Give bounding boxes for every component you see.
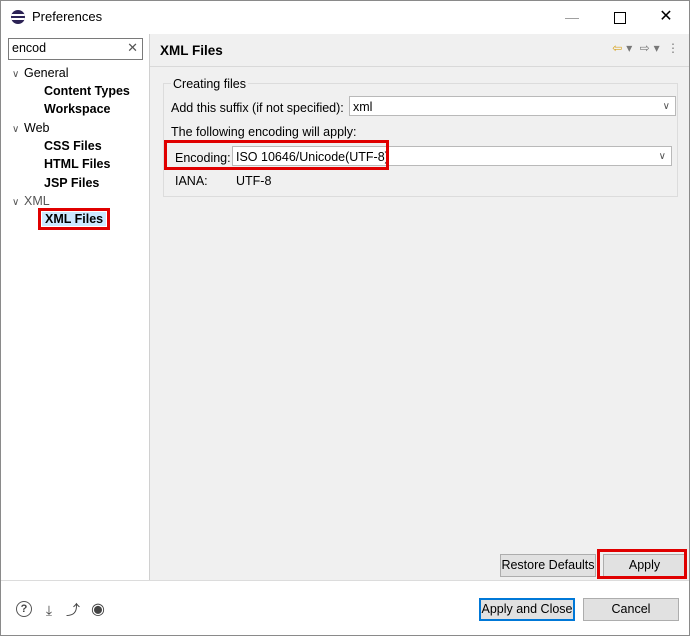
clear-filter-icon[interactable]: ✕ (127, 40, 138, 56)
tree-node-web[interactable]: ∨ Web (12, 119, 49, 137)
view-menu-icon[interactable]: ⋮ (667, 41, 679, 55)
page-title: XML Files (160, 43, 223, 58)
encoding-combo[interactable]: ISO 10646/Unicode(UTF-8) ∨ (232, 146, 672, 166)
preference-page: XML Files ⇦ ▾ ⇨ ▾ ⋮ Creating files Add thi… (150, 34, 689, 580)
tree-item-content-types[interactable]: Content Types (44, 82, 130, 100)
selected-tree-label: XML Files (37, 208, 111, 230)
minimize-button[interactable]: — (549, 1, 595, 33)
restore-defaults-button[interactable]: Restore Defaults (500, 554, 596, 577)
tree-node-xml[interactable]: ∨ XML (12, 192, 50, 210)
page-header: XML Files ⇦ ▾ ⇨ ▾ ⋮ (150, 34, 689, 66)
maximize-icon (614, 12, 626, 25)
filter-field[interactable]: ✕ (8, 38, 143, 60)
header-separator (150, 66, 689, 67)
suffix-label: Add this suffix (if not specified): (171, 101, 344, 115)
forward-dropdown-icon[interactable]: ▾ (654, 41, 660, 55)
eclipse-logo-icon (11, 10, 25, 24)
tree-node-label: Web (24, 121, 50, 135)
cancel-button[interactable]: Cancel (583, 598, 679, 621)
group-title: Creating files (171, 77, 248, 91)
tree-item-jsp-files[interactable]: JSP Files (44, 174, 99, 192)
export-icon[interactable]: ⤴ (64, 601, 82, 619)
chevron-down-icon[interactable]: ∨ (12, 194, 24, 212)
title-bar: Preferences — ✕ (1, 1, 689, 33)
page-navigation: ⇦ ▾ ⇨ ▾ ⋮ (608, 41, 679, 55)
help-icon[interactable]: ? (16, 601, 32, 617)
encoding-note: The following encoding will apply: (171, 125, 357, 139)
footer-separator (1, 580, 689, 581)
tree-node-general[interactable]: ∨ General (12, 64, 68, 82)
back-dropdown-icon[interactable]: ▾ (626, 41, 632, 55)
window-title: Preferences (32, 9, 103, 24)
tree-item-workspace[interactable]: Workspace (44, 100, 110, 118)
preferences-window: Preferences — ✕ ✕ ∨General Content Types… (0, 0, 690, 636)
tree-node-label: XML (24, 194, 50, 208)
suffix-value: xml (353, 100, 373, 114)
back-arrow-icon[interactable]: ⇦ (612, 41, 622, 55)
chevron-down-icon[interactable]: ∨ (12, 121, 24, 139)
record-icon[interactable]: ◉ (89, 601, 107, 619)
filter-input[interactable] (9, 39, 122, 57)
preferences-tree-pane: ✕ ∨General Content Types Workspace ∨Web … (2, 34, 149, 580)
encoding-value: ISO 10646/Unicode(UTF-8) (236, 150, 389, 164)
forward-arrow-icon[interactable]: ⇨ (640, 41, 650, 55)
apply-and-close-button[interactable]: Apply and Close (479, 598, 575, 621)
chevron-down-icon[interactable]: ∨ (659, 147, 666, 167)
apply-button[interactable]: Apply (603, 554, 686, 577)
chevron-down-icon[interactable]: ∨ (663, 97, 670, 117)
tree-item-xml-files[interactable]: XML Files (37, 208, 111, 230)
tree-node-label: General (24, 66, 69, 80)
iana-label: IANA: (175, 174, 208, 188)
import-icon[interactable]: ⤓ (40, 601, 58, 619)
tree-item-css-files[interactable]: CSS Files (44, 137, 102, 155)
close-window-button[interactable]: ✕ (643, 1, 689, 33)
tree-item-html-files[interactable]: HTML Files (44, 155, 110, 173)
maximize-button[interactable] (597, 1, 643, 33)
chevron-down-icon[interactable]: ∨ (12, 66, 24, 84)
encoding-label: Encoding: (175, 151, 231, 165)
suffix-combo[interactable]: xml ∨ (349, 96, 676, 116)
iana-value: UTF-8 (236, 174, 272, 188)
